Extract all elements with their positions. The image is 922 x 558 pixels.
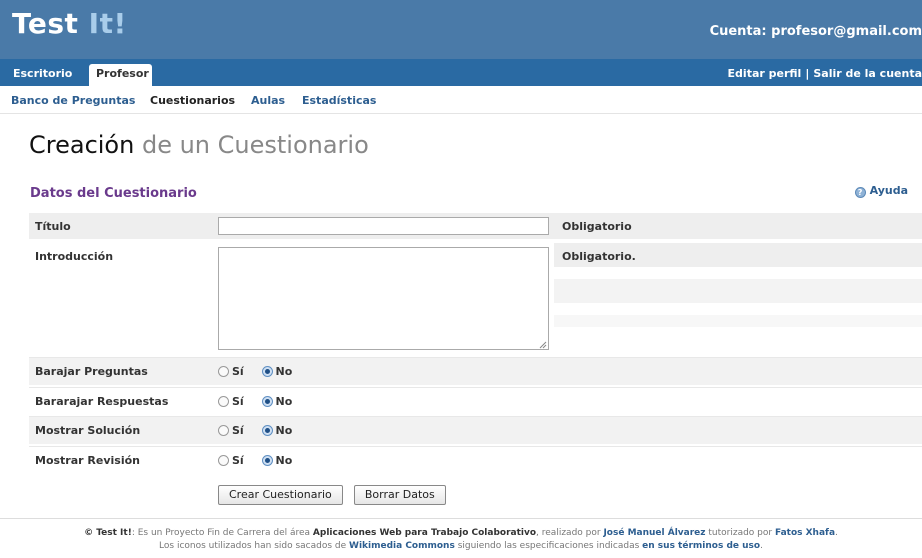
form-row-titulo: Título Obligatorio	[29, 213, 922, 239]
subnav-aulas[interactable]: Aulas	[251, 94, 285, 107]
separator: |	[805, 67, 810, 80]
option-row-mostrar-solucion: Mostrar Solución Sí No	[29, 416, 922, 444]
footer-text: tutorizado por	[705, 528, 775, 538]
help-link[interactable]: ? Ayuda	[854, 184, 908, 198]
header-bar: Test It! Cuenta: profesor@gmail.com	[0, 0, 922, 59]
introduccion-label: Introducción	[35, 250, 114, 263]
introduccion-textarea[interactable]	[218, 247, 549, 350]
footer-text: .	[835, 528, 838, 538]
radio-group: Sí No	[218, 454, 306, 467]
account-label: Cuenta: profesor@gmail.com	[709, 24, 922, 39]
tab-escritorio[interactable]: Escritorio	[6, 64, 79, 86]
footer-text: : Es un Proyecto Fin de Carrera del área	[131, 528, 313, 538]
radio-no-label: No	[275, 424, 293, 437]
page-title-rest: de un Cuestionario	[134, 131, 369, 159]
radio-si[interactable]	[218, 425, 229, 436]
wikimedia-link[interactable]: Wikimedia Commons	[349, 541, 455, 551]
radio-si[interactable]	[218, 366, 229, 377]
footer-text: , realizado por	[536, 528, 604, 538]
radio-si-label: Sí	[232, 454, 244, 467]
radio-no-label: No	[275, 395, 293, 408]
titulo-hint: Obligatorio	[562, 220, 632, 233]
option-row-bararajar-respuestas: Bararajar Respuestas Sí No	[29, 387, 922, 415]
radio-si-label: Sí	[232, 365, 244, 378]
radio-no-label: No	[275, 365, 293, 378]
resize-grip-icon[interactable]	[539, 341, 547, 349]
main-nav: Escritorio Profesor Editar perfil | Salir …	[0, 59, 922, 86]
footer-text: Los iconos utilizados han sido sacados d…	[159, 541, 350, 551]
page-title: Creación de un Cuestionario	[29, 131, 369, 159]
radio-si[interactable]	[218, 396, 229, 407]
radio-si-label: Sí	[232, 395, 244, 408]
create-quiz-button[interactable]: Crear Cuestionario	[218, 485, 343, 505]
footer-brand: © Test It!	[84, 528, 132, 538]
page-title-strong: Creación	[29, 131, 135, 159]
app-logo[interactable]: Test It!	[12, 7, 127, 40]
footer-text: siguiendo las especificaciones indicadas	[454, 541, 643, 551]
radio-group: Sí No	[218, 424, 306, 437]
section-title: Datos del Cuestionario	[30, 186, 197, 201]
radio-no[interactable]	[261, 425, 273, 436]
form-row-introduccion: Introducción Obligatorio.	[29, 243, 922, 355]
radio-no[interactable]	[261, 366, 273, 377]
footer-line-1: © Test It!: Es un Proyecto Fin de Carrer…	[0, 527, 922, 540]
footer-line-2: Los iconos utilizados han sido sacados d…	[0, 540, 922, 553]
subnav-estadisticas[interactable]: Estadísticas	[302, 94, 376, 107]
form-buttons: Crear Cuestionario Borrar Datos	[218, 483, 452, 505]
terms-link[interactable]: en sus términos de uso	[642, 541, 760, 551]
titulo-input[interactable]	[218, 217, 549, 235]
clear-data-button[interactable]: Borrar Datos	[353, 485, 446, 505]
option-label: Bararajar Respuestas	[35, 395, 169, 408]
author-link[interactable]: José Manuel Álvarez	[603, 528, 705, 538]
edit-profile-link[interactable]: Editar perfil	[728, 67, 802, 80]
radio-group: Sí No	[218, 365, 306, 378]
option-label: Mostrar Revisión	[35, 454, 140, 467]
radio-group: Sí No	[218, 395, 306, 408]
radio-no-label: No	[275, 454, 293, 467]
option-label: Mostrar Solución	[35, 424, 141, 437]
user-links: Editar perfil | Salir de la cuenta	[728, 67, 922, 80]
footer-area: Aplicaciones Web para Trabajo Colaborati…	[312, 528, 537, 538]
titulo-label: Título	[35, 220, 71, 233]
subnav-cuestionarios[interactable]: Cuestionarios	[150, 94, 235, 107]
help-label: Ayuda	[869, 184, 908, 197]
help-icon: ?	[854, 187, 866, 198]
option-row-mostrar-revision: Mostrar Revisión Sí No	[29, 446, 922, 474]
footer-text: .	[760, 541, 763, 551]
tutor-link[interactable]: Fatos Xhafa	[775, 528, 835, 538]
tab-profesor[interactable]: Profesor	[89, 64, 152, 86]
footer: © Test It!: Es un Proyecto Fin de Carrer…	[0, 518, 922, 558]
option-label: Barajar Preguntas	[35, 365, 148, 378]
logout-link[interactable]: Salir de la cuenta	[813, 67, 922, 80]
radio-si[interactable]	[218, 455, 229, 466]
radio-no[interactable]	[261, 455, 273, 466]
radio-si-label: Sí	[232, 424, 244, 437]
option-row-barajar-preguntas: Barajar Preguntas Sí No	[29, 357, 922, 385]
subnav-banco-preguntas[interactable]: Banco de Preguntas	[11, 94, 135, 107]
logo-text: Test	[12, 7, 89, 40]
radio-no[interactable]	[261, 396, 273, 407]
logo-accent: It!	[88, 7, 127, 40]
introduccion-hint: Obligatorio.	[562, 250, 636, 263]
sub-nav: Banco de Preguntas Cuestionarios Aulas E…	[0, 86, 922, 114]
